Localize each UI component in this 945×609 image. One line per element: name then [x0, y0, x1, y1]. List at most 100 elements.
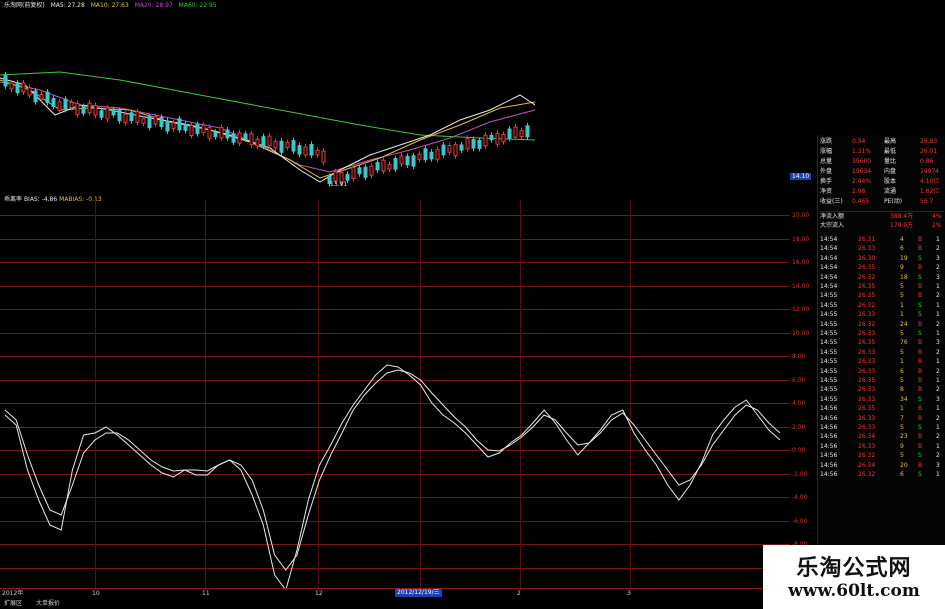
tick-row: 14:55 26.33 1 S 1	[820, 310, 944, 319]
date-label: 3	[627, 590, 631, 597]
candle-body	[429, 151, 434, 160]
tick-volume: 24	[900, 320, 908, 328]
tick-volume: 1	[900, 358, 904, 366]
flow-pct: 4%	[932, 213, 942, 220]
candle-body	[423, 148, 428, 161]
candle-body	[219, 126, 224, 139]
watermark: 乐淘公式网 www.60lt.com	[763, 545, 945, 609]
tick-side: S	[918, 424, 922, 431]
tick-row: 14:54 26.30 19 S 3	[820, 254, 944, 263]
tick-time: 14:55	[820, 330, 838, 337]
y-tick-label: 2.00	[792, 423, 806, 431]
y-tick-label: 0.00	[792, 447, 806, 454]
stat-label: 换手	[820, 178, 833, 185]
tick-row: 14:54 26.31 4 B 1	[820, 235, 944, 244]
stat-label: 涨幅	[820, 148, 833, 155]
mabias-series-line	[4, 369, 781, 571]
tab-big-order-quote[interactable]: 大单报价	[36, 600, 60, 608]
stat-value: 1.31%	[852, 148, 872, 155]
candle-body	[399, 155, 404, 165]
stat-value: 0.465	[852, 198, 870, 205]
tick-side: B	[918, 348, 923, 356]
candle-body	[495, 132, 500, 145]
candle-body	[225, 129, 230, 139]
tick-time: 14:55	[820, 301, 838, 309]
candle-body	[87, 102, 92, 114]
candle-body	[75, 103, 80, 116]
ma5-label: MA5: 27.28	[50, 2, 85, 9]
candle-body	[411, 155, 416, 167]
stock-title: 乐淘网(前复权)	[4, 2, 45, 9]
candle-body	[207, 126, 212, 139]
tick-volume: 5	[900, 348, 904, 356]
tick-time: 14:54	[820, 245, 838, 253]
stat-value: 0.86	[920, 158, 934, 165]
tick-side: S	[918, 311, 922, 319]
flow-value: 179.9万	[890, 222, 914, 229]
candle-body	[177, 118, 182, 131]
stat-label: 净资	[820, 188, 833, 195]
tab-expand-area[interactable]: 扩展区	[4, 600, 22, 608]
tick-row: 14:56 26.33 5 S 1	[820, 423, 944, 432]
stat-label: 股本	[884, 178, 897, 185]
tick-price: 26.31	[858, 236, 876, 243]
tick-price: 26.35	[858, 292, 876, 300]
bias-oscillator-chart[interactable]	[0, 200, 790, 588]
tick-count: 1	[936, 236, 940, 243]
tick-time: 14:56	[820, 424, 838, 431]
tick-count: 1	[936, 377, 940, 384]
candle-body	[141, 118, 146, 124]
tick-count: 1	[936, 330, 940, 337]
stat-value: 0.34	[852, 138, 866, 145]
stat-value: 2.44%	[852, 178, 872, 185]
candle-body	[111, 109, 116, 116]
current-price-tag: 14.10	[790, 173, 812, 180]
candle-body	[135, 111, 140, 123]
candle-body	[105, 107, 110, 120]
candle-body	[417, 153, 422, 160]
tick-price: 26.35	[858, 377, 876, 384]
candle-body	[381, 159, 386, 172]
candle-body	[513, 126, 518, 138]
tick-count: 3	[936, 339, 940, 347]
tick-volume: 6	[900, 471, 904, 478]
tick-row: 14:55 26.33 5 B 2	[820, 348, 944, 357]
tick-volume: 20	[900, 461, 908, 469]
tick-volume: 5	[900, 283, 904, 290]
tick-side: B	[918, 358, 923, 366]
tick-count: 2	[936, 292, 940, 300]
tick-price: 26.33	[858, 424, 876, 431]
candle-body	[309, 143, 314, 156]
tick-volume: 5	[900, 452, 904, 460]
tick-time: 14:54	[820, 283, 838, 290]
tick-time: 14:56	[820, 433, 838, 441]
tick-volume: 5	[900, 424, 904, 431]
y-tick-label: -4.00	[792, 494, 808, 501]
candle-body	[351, 167, 356, 180]
tick-price: 26.33	[858, 414, 876, 422]
candle-body	[39, 94, 44, 100]
flow-value: 388.4万	[890, 213, 914, 220]
stat-value: 26.01	[920, 148, 938, 155]
tick-time: 14:56	[820, 452, 838, 460]
tick-time: 14:55	[820, 339, 838, 347]
tick-volume: 5	[900, 377, 904, 384]
candle-body	[435, 149, 440, 160]
candle-body	[519, 130, 524, 138]
price-candlestick-chart[interactable]: 13.91	[0, 10, 535, 195]
tick-row: 14:56 26.32 6 S 1	[820, 470, 944, 479]
y-tick-label: 18.00	[792, 235, 810, 243]
candle-body	[285, 141, 290, 148]
stat-label: PE(动)	[884, 198, 903, 205]
tick-volume: 9	[900, 264, 904, 272]
tick-volume: 1	[900, 405, 904, 413]
candle-body	[129, 112, 134, 122]
candle-body	[69, 101, 74, 109]
date-axis: 2012年 10 11 12 2012/12/19/三 2 3	[0, 588, 790, 598]
tick-volume: 4	[900, 236, 904, 243]
tick-row: 14:56 26.34 20 B 3	[820, 461, 944, 470]
date-label: 2	[517, 590, 521, 597]
tick-row: 14:55 26.32 24 B 2	[820, 320, 944, 329]
tick-price: 26.33	[858, 330, 876, 337]
stat-row: 净资 2.98 流通 1.62亿	[820, 187, 944, 196]
